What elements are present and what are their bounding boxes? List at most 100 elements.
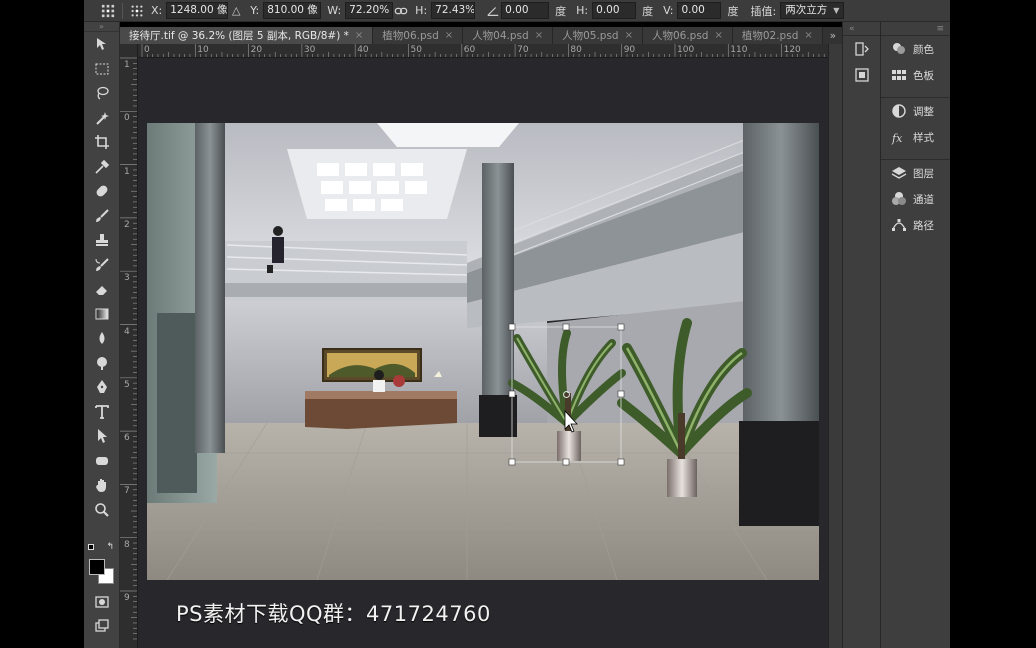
close-icon[interactable]: × — [445, 30, 453, 41]
move-icon[interactable] — [84, 32, 120, 57]
foreground-color-swatch[interactable] — [89, 559, 105, 575]
close-icon[interactable]: × — [625, 30, 633, 41]
history-brush-icon[interactable] — [84, 253, 120, 278]
path-selection-icon[interactable] — [84, 424, 120, 449]
hand-icon[interactable] — [84, 473, 120, 498]
panel-tab-color[interactable]: 颜色 — [881, 36, 950, 62]
panel-tab-label: 通道 — [913, 193, 934, 206]
panel-menu-icon[interactable]: ≡ — [936, 24, 944, 34]
panel-grip[interactable]: ≡ — [881, 22, 950, 36]
angle-input[interactable]: 0.00 — [501, 2, 550, 19]
reference-grid-icon[interactable] — [129, 3, 145, 19]
swap-colors-icon[interactable]: ↰ — [106, 542, 114, 552]
ruler-tick-label: 120 — [783, 45, 801, 55]
panel-group-adjustments: 调整 fx 样式 — [881, 98, 950, 150]
hskew-input[interactable]: 0.00 — [592, 2, 637, 19]
ruler-tick-label: 60 — [463, 45, 476, 55]
ruler-tick-label: 1 — [124, 166, 130, 177]
w-input[interactable]: 72.20% — [345, 2, 394, 19]
reference-point-icon[interactable] — [100, 3, 116, 19]
options-bar: X: 1248.00 像 △ Y: 810.00 像 W: 72.20% H: … — [84, 0, 950, 22]
x-input[interactable]: 1248.00 像 — [166, 2, 229, 19]
h-input[interactable]: 72.43% — [431, 2, 476, 19]
eyedropper-icon[interactable] — [84, 155, 120, 180]
blur-icon[interactable] — [84, 326, 120, 351]
tab-label: 人物06.psd — [651, 30, 709, 42]
interpolation-value: 两次立方 — [785, 4, 828, 16]
tab-label: 人物05.psd — [562, 30, 619, 42]
ruler-tick-label: 3 — [124, 273, 130, 284]
tab-label: 植物02.psd — [741, 30, 799, 42]
x-label: X: — [151, 4, 163, 17]
screen-mode-icon[interactable] — [84, 614, 120, 639]
collapse-icon[interactable]: « — [849, 24, 855, 34]
interpolation-select[interactable]: 两次立方 ▼ — [780, 2, 845, 19]
svg-text:fx: fx — [891, 132, 903, 145]
healing-brush-icon[interactable] — [84, 179, 120, 204]
delta-icon[interactable]: △ — [228, 3, 244, 19]
y-input[interactable]: 810.00 像 — [263, 2, 322, 19]
panel-tab-layers[interactable]: 图层 — [881, 160, 950, 186]
close-icon[interactable]: × — [535, 30, 543, 41]
eraser-icon[interactable] — [84, 277, 120, 302]
swatches-icon — [891, 67, 907, 83]
vskew-label: V: — [663, 4, 674, 17]
vertical-ruler[interactable]: 1 0 1 2 3 4 5 6 7 8 9 — [120, 44, 138, 648]
close-icon[interactable]: × — [804, 30, 812, 41]
pen-icon[interactable] — [84, 375, 120, 400]
tools-panel: » ↰ — [84, 22, 120, 648]
brush-icon[interactable] — [84, 204, 120, 229]
lasso-icon[interactable] — [84, 81, 120, 106]
tab-overflow-icon[interactable]: » — [824, 27, 842, 44]
ruler-tick-label: 70 — [517, 45, 529, 55]
crop-icon[interactable] — [84, 130, 120, 155]
document-tab[interactable]: 接待厅.tif @ 36.2% (图层 5 副本, RGB/8#) * × — [120, 27, 374, 44]
close-icon[interactable]: × — [355, 30, 363, 41]
history-panel-icon[interactable] — [843, 36, 881, 62]
vskew-input[interactable]: 0.00 — [677, 2, 722, 19]
vertical-scrollbar[interactable] — [828, 44, 842, 648]
close-icon[interactable]: × — [714, 30, 722, 41]
document-image[interactable] — [147, 123, 819, 580]
shape-icon[interactable] — [84, 449, 120, 474]
gradient-icon[interactable] — [84, 302, 120, 327]
panel-group-color: 颜色 色板 — [881, 36, 950, 88]
quick-mask-icon[interactable] — [84, 590, 120, 615]
panel-tab-label: 样式 — [913, 131, 934, 144]
document-tab[interactable]: 人物06.psd × — [642, 27, 733, 44]
panel-tab-styles[interactable]: fx 样式 — [881, 124, 950, 150]
panel-grip[interactable]: » — [84, 22, 119, 32]
document-tab[interactable]: 植物02.psd × — [732, 27, 823, 44]
panel-tab-adjustments[interactable]: 调整 — [881, 98, 950, 124]
document-tab[interactable]: 植物06.psd × — [373, 27, 464, 44]
default-colors-icon[interactable] — [88, 544, 94, 550]
ruler-tick-label: 6 — [124, 433, 130, 444]
dodge-icon[interactable] — [84, 351, 120, 376]
panel-tab-channels[interactable]: 通道 — [881, 186, 950, 212]
document-tab[interactable]: 人物05.psd × — [553, 27, 643, 44]
clone-stamp-icon[interactable] — [84, 228, 120, 253]
type-icon[interactable] — [84, 400, 120, 425]
properties-panel-icon[interactable] — [843, 62, 881, 88]
color-icon — [891, 41, 907, 57]
ruler-tick-label: 2 — [124, 219, 130, 230]
panel-dock: ≡ 颜色 色板 调整 fx 样式 图层通道路径 — [880, 22, 950, 648]
magic-wand-icon[interactable] — [84, 106, 120, 131]
marquee-icon[interactable] — [84, 57, 120, 82]
styles-icon: fx — [891, 129, 907, 145]
document-tab[interactable]: 人物04.psd × — [463, 27, 554, 44]
transform-bounding-box[interactable] — [147, 123, 819, 580]
panel-grip[interactable]: « — [843, 22, 880, 36]
zoom-icon[interactable] — [84, 498, 120, 523]
panel-tab-paths[interactable]: 路径 — [881, 212, 950, 238]
color-swatches — [89, 559, 115, 585]
angle-icon — [485, 3, 501, 19]
panel-tab-label: 调整 — [913, 105, 934, 118]
ruler-tick-label: 80 — [570, 45, 582, 55]
tab-label: 植物06.psd — [382, 30, 439, 42]
horizontal-ruler[interactable]: 0 10 20 30 40 50 60 70 80 90 100 110 120 — [138, 44, 830, 58]
canvas-area[interactable] — [138, 58, 828, 648]
default-colors-swap[interactable]: ↰ — [88, 542, 116, 554]
panel-tab-swatches[interactable]: 色板 — [881, 62, 950, 88]
link-icon[interactable] — [393, 3, 409, 19]
